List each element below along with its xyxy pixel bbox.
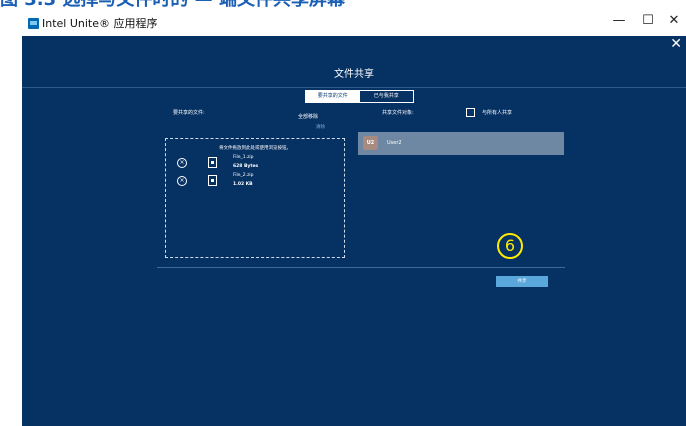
page-title: 文件共享 <box>334 69 374 80</box>
tab-shared-with-me[interactable]: 已与我共享 <box>360 91 414 102</box>
share-button[interactable]: 共享 <box>496 276 548 287</box>
share-tabs: 要共享的文件 已与我共享 <box>305 90 414 103</box>
step-marker: 6 <box>497 233 523 259</box>
file-name: File_2.zip <box>233 173 254 178</box>
maximize-button[interactable]: ☐ <box>638 13 658 28</box>
window-close-button[interactable]: ✕ <box>664 13 684 28</box>
zip-file-icon <box>208 175 217 186</box>
file-drop-zone[interactable]: 将文件拖放到此处或使用浏览按钮。 × File_1.zip 628 Bytes … <box>165 138 345 258</box>
caption-text: 图 3.3 选择与文件时的 — 端文件共享屏幕 <box>0 0 345 10</box>
file-share-panel: ✕ 文件共享 要共享的文件 已与我共享 要共享的文件: 全部移除 清除 共享文件… <box>22 36 686 426</box>
file-list-item: × File_2.zip 1.02 KB <box>166 173 344 195</box>
share-target-label: 共享文件对象: <box>382 110 414 116</box>
document-caption: 图 3.3 选择与文件时的 — 端文件共享屏幕 <box>0 0 686 10</box>
window-titlebar: Intel Unite® 应用程序 — ☐ ✕ <box>22 10 686 36</box>
file-name: File_1.zip <box>233 155 254 160</box>
file-size: 628 Bytes <box>233 164 259 169</box>
remove-file-icon[interactable]: × <box>177 158 187 168</box>
remove-all-link[interactable]: 全部移除 <box>298 113 318 120</box>
drop-zone-instructions: 将文件拖放到此处或使用浏览按钮。 <box>219 146 291 151</box>
share-with-all-checkbox[interactable] <box>466 108 475 117</box>
header-divider <box>22 87 686 88</box>
remove-file-icon[interactable]: × <box>177 176 187 186</box>
panel-close-icon[interactable]: ✕ <box>670 36 682 52</box>
minimize-button[interactable]: — <box>609 13 629 28</box>
avatar: U2 <box>363 136 378 150</box>
window-title: Intel Unite® 应用程序 <box>42 17 158 30</box>
files-to-share-label: 要共享的文件: <box>173 110 205 116</box>
intel-unite-app-icon <box>28 18 39 29</box>
user-name: User2 <box>387 140 402 146</box>
footer-divider <box>157 267 565 268</box>
clear-link[interactable]: 清除 <box>316 124 325 130</box>
tab-files-to-share[interactable]: 要共享的文件 <box>306 91 360 102</box>
zip-file-icon <box>208 157 217 168</box>
user-list-item[interactable]: U2 User2 <box>358 132 564 155</box>
share-with-all-label: 与所有人共享 <box>482 110 513 116</box>
file-size: 1.02 KB <box>233 182 253 187</box>
